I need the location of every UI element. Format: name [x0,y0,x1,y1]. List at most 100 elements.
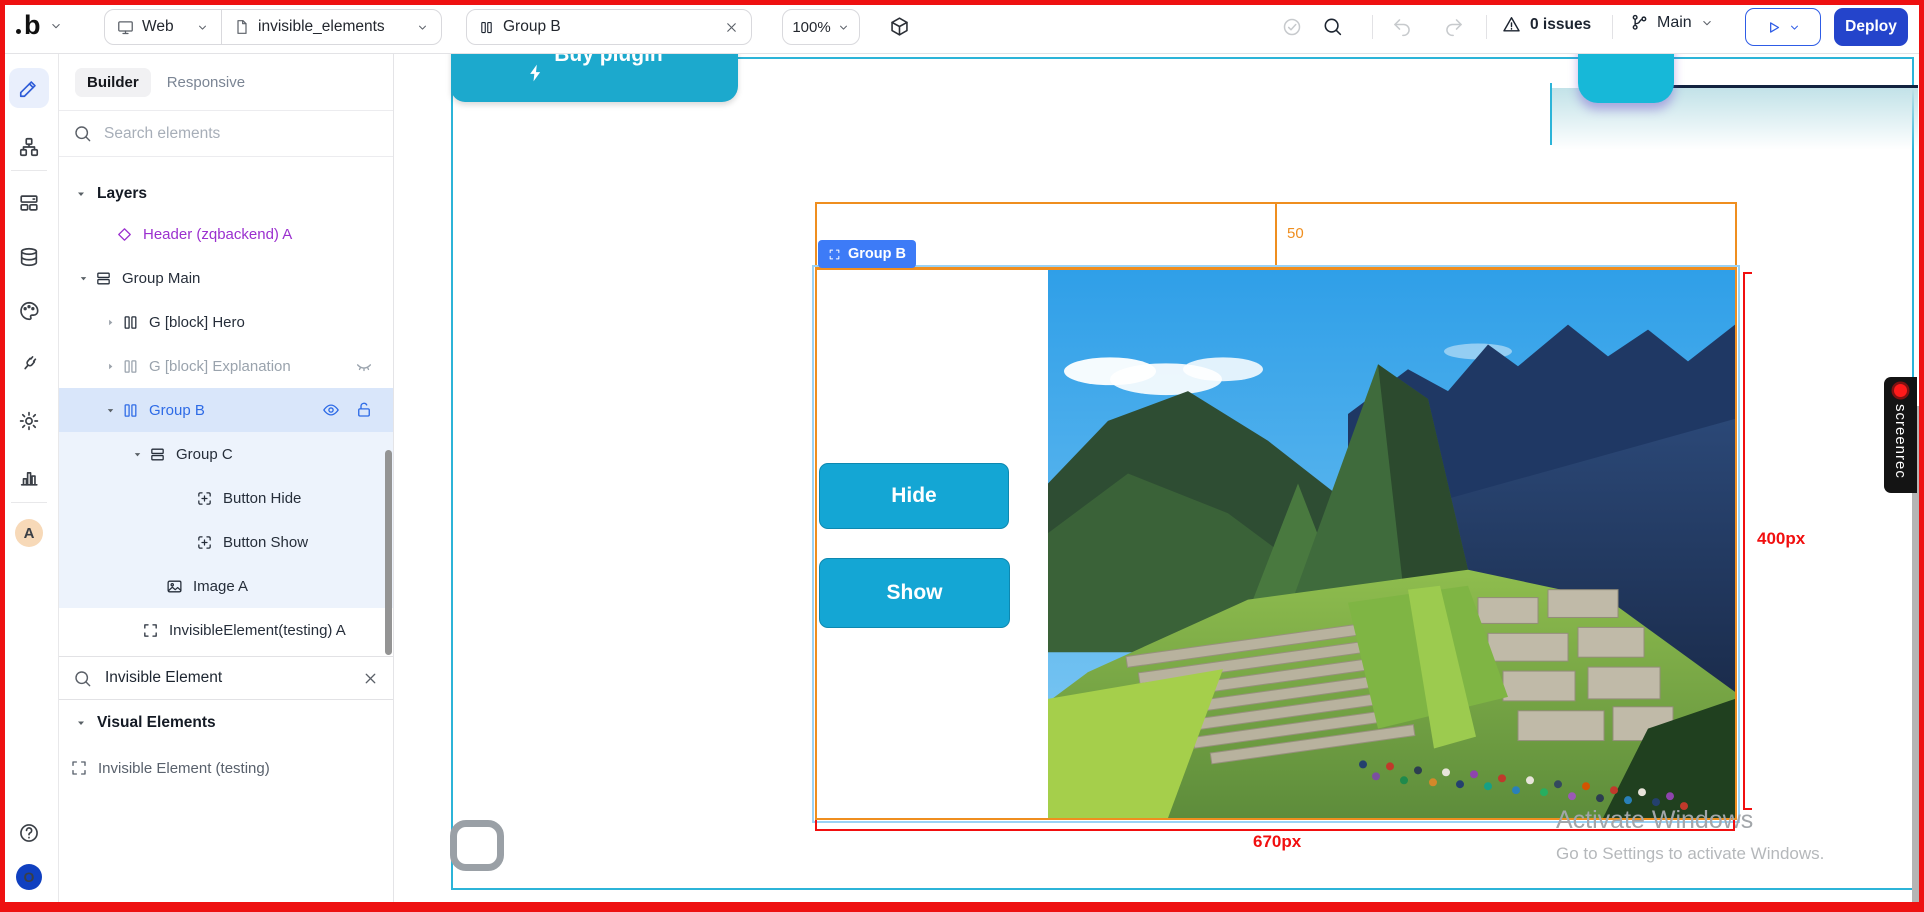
issues-button[interactable]: 0 issues [1502,15,1591,34]
activate-windows-watermark: Activate Windows Go to Settings to activ… [1556,806,1824,864]
org-badge[interactable]: O [16,864,42,890]
columns-icon [122,358,139,375]
insert-search-input[interactable] [103,668,351,688]
sitemap-icon[interactable] [18,136,40,158]
columns-icon [479,20,494,35]
close-tab-icon[interactable] [724,20,739,35]
models-icon[interactable] [18,192,40,214]
database-icon[interactable] [18,246,40,268]
open-tab-group-b[interactable]: Group B [466,9,752,45]
settings-gear-icon[interactable] [18,410,40,432]
panel-scrollbar[interactable] [385,450,392,655]
width-measure-line [815,820,1735,831]
redo-icon[interactable] [1444,17,1464,37]
app-logo-menu[interactable]: b [16,10,63,41]
layer-row-button-hide[interactable]: Button Hide [59,476,393,520]
rows-icon [149,446,166,463]
corners-icon [828,248,841,261]
target-selectors: Web invisible_elements [104,9,442,45]
chevron-down-icon [49,19,63,33]
image-icon [166,578,183,595]
layer-row-g-block-hero[interactable]: G [block] Hero [59,300,393,344]
height-measure-label: 400px [1757,529,1806,548]
tab-builder[interactable]: Builder [75,67,151,97]
corners-icon [142,622,159,639]
selection-badge-label: Group B [848,246,906,262]
palette-icon[interactable] [18,300,40,322]
top-toolbar: b Web invisible_elements Group B 100% 0 … [0,0,1924,54]
zoom-select[interactable]: 100% [782,9,860,45]
search-elements-input[interactable] [102,123,379,144]
lock-open-icon[interactable] [355,401,373,419]
3d-cube-icon[interactable] [889,16,910,37]
layer-label: Button Hide [223,489,302,507]
button-plus-icon [196,534,213,551]
rail-divider [11,502,47,503]
layer-row-image-a[interactable]: Image A [59,564,393,608]
columns-icon [122,314,139,331]
layer-label: Group Main [122,269,201,287]
show-button[interactable]: Show [819,558,1010,628]
layer-label: G [block] Explanation [149,357,291,375]
layer-label: Header (zqbackend) A [143,225,293,243]
caret-down-icon[interactable] [76,273,90,284]
device-dropdown-label: Web [142,18,174,35]
layer-row-group-b[interactable]: Group B [59,388,393,432]
caret-right-icon[interactable] [103,361,117,372]
caret-down-icon[interactable] [103,405,117,416]
insert-item-invisible-element[interactable]: Invisible Element (testing) [59,746,393,790]
eye-icon[interactable] [322,401,340,419]
margin-value: 50 [1287,225,1304,242]
help-icon[interactable] [18,822,40,844]
design-canvas[interactable]: Buy plugin 50 Hide Show Group B 400px 67… [394,39,1924,912]
selection-badge[interactable]: Group B [818,240,916,268]
visual-elements-header[interactable]: Visual Elements [59,700,393,746]
layer-row-button-show[interactable]: Button Show [59,520,393,564]
saved-check-icon [1282,17,1302,37]
user-avatar[interactable]: A [15,519,43,547]
chevron-down-icon [837,21,850,34]
eye-off-icon[interactable] [355,357,373,375]
width-measure-label: 670px [1253,832,1302,851]
layer-label: G [block] Hero [149,313,245,331]
clear-search-icon[interactable] [362,670,379,687]
layer-row-invisibleelement-testing-a[interactable]: InvisibleElement(testing) A [59,608,393,652]
layer-row-group-c[interactable]: Group C [59,432,393,476]
activate-windows-subtitle: Go to Settings to activate Windows. [1556,844,1825,863]
layer-row-g-block-explanation[interactable]: G [block] Explanation [59,344,393,388]
layer-label: Group B [149,401,205,419]
branch-selector[interactable]: Main [1630,13,1714,32]
deploy-button[interactable]: Deploy [1834,8,1908,46]
search-icon[interactable] [1322,16,1343,37]
layers-header[interactable]: Layers [59,175,393,212]
layer-label: InvisibleElement(testing) A [169,621,346,639]
caret-down-icon [75,717,87,729]
undo-icon[interactable] [1392,17,1412,37]
corners-icon [70,759,88,777]
branch-label: Main [1657,13,1692,31]
git-branch-icon [1630,13,1649,32]
layer-row-header-zqbackend-a[interactable]: Header (zqbackend) A [59,212,393,256]
plug-icon[interactable] [18,353,40,375]
screenrec-widget[interactable]: screenrec [1884,377,1917,493]
chevron-down-icon [1700,16,1714,30]
caret-down-icon[interactable] [130,449,144,460]
columns-icon [122,402,139,419]
empty-element-placeholder[interactable] [450,820,504,871]
layer-row-group-main[interactable]: Group Main [59,256,393,300]
page-dropdown[interactable]: invisible_elements [222,10,441,44]
zoom-level: 100% [792,18,831,36]
device-dropdown[interactable]: Web [105,10,222,44]
hide-button[interactable]: Hide [819,463,1009,529]
tab-responsive[interactable]: Responsive [167,74,245,91]
preview-run-button[interactable] [1745,8,1821,46]
builder-logo: b [16,10,41,41]
warning-triangle-icon [1502,15,1521,34]
machu-picchu-image[interactable] [1048,270,1735,818]
edit-pencil-icon[interactable] [9,68,49,108]
caret-right-icon[interactable] [103,317,117,328]
group-b-element[interactable]: Hide Show [812,265,1740,823]
analytics-chart-icon[interactable] [18,466,40,488]
layer-label: Image A [193,577,249,595]
monitor-icon [117,19,134,36]
